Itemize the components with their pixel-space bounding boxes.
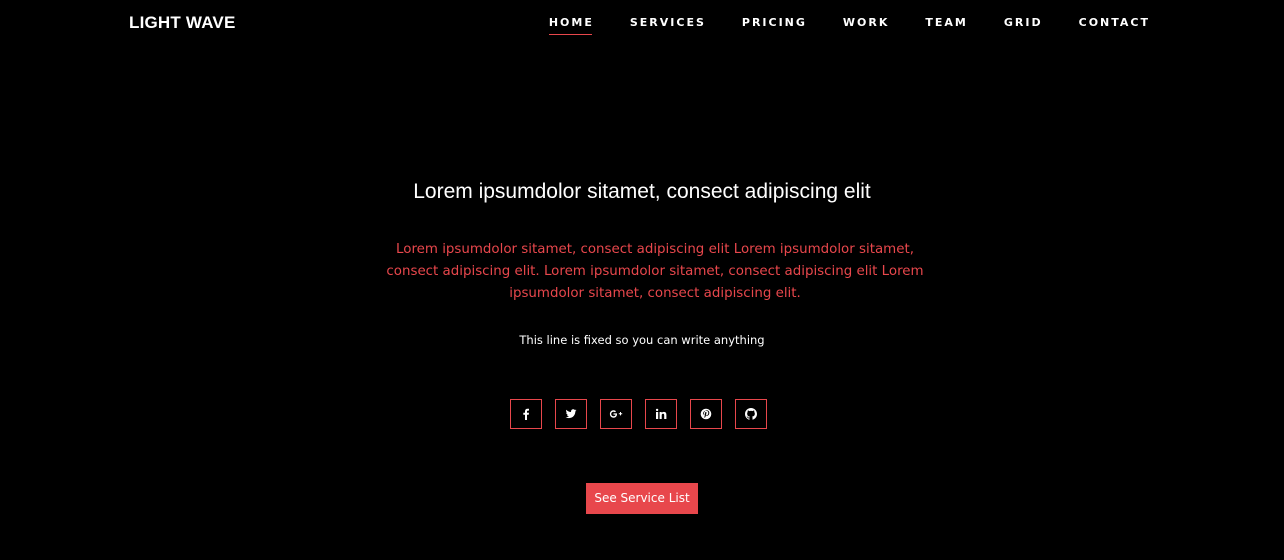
facebook-button[interactable] — [510, 399, 542, 429]
linkedin-button[interactable] — [645, 399, 677, 429]
nav-work[interactable]: WORK — [843, 0, 889, 35]
linkedin-icon — [655, 408, 667, 419]
nav-home[interactable]: HOME — [548, 0, 594, 35]
hero-description: Lorem ipsumdolor sitamet, consect adipis… — [386, 242, 924, 301]
google-plus-icon — [609, 410, 623, 418]
main-nav: HOME SERVICES PRICING WORK TEAM GRID CON… — [548, 0, 1150, 44]
hero-fixed-line: This line is fixed so you can write anyt… — [519, 333, 765, 347]
nav-grid[interactable]: GRID — [1004, 0, 1043, 35]
social-links — [510, 399, 767, 429]
pinterest-button[interactable] — [690, 399, 722, 429]
brand-logo[interactable]: LIGHT WAVE — [129, 13, 236, 33]
google-plus-button[interactable] — [600, 399, 632, 429]
github-button[interactable] — [735, 399, 767, 429]
nav-contact[interactable]: CONTACT — [1079, 0, 1150, 35]
twitter-button[interactable] — [555, 399, 587, 429]
github-icon — [745, 408, 757, 420]
see-service-list-button[interactable]: See Service List — [586, 483, 698, 514]
nav-services[interactable]: SERVICES — [630, 0, 706, 35]
nav-team[interactable]: TEAM — [925, 0, 967, 35]
twitter-icon — [565, 409, 577, 419]
pinterest-icon — [700, 408, 712, 420]
facebook-icon — [523, 408, 529, 420]
hero-title: Lorem ipsumdolor sitamet, consect adipis… — [413, 180, 871, 203]
nav-pricing[interactable]: PRICING — [742, 0, 807, 35]
